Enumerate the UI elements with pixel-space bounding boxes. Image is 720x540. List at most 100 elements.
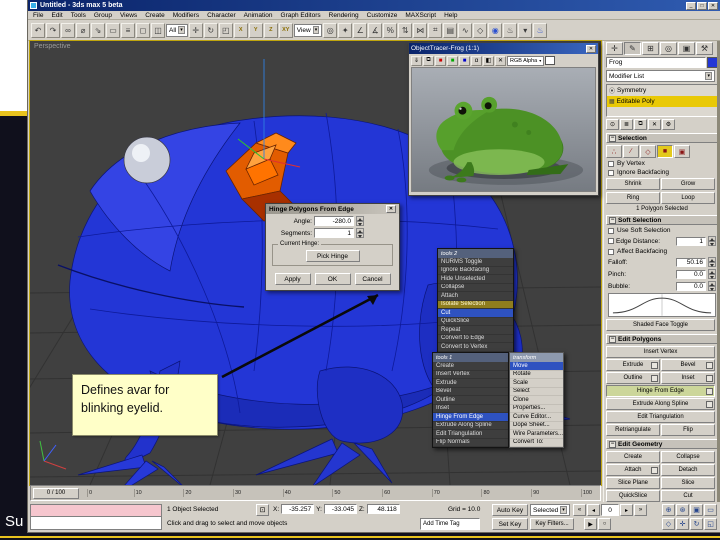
quad-menu-item[interactable]: Bevel xyxy=(433,388,508,396)
quad-menu-item[interactable]: Attach xyxy=(438,292,513,301)
ring-button[interactable]: Ring xyxy=(606,192,660,204)
timeline-ruler[interactable]: 0 10 20 30 40 50 60 70 80 90 100 xyxy=(81,489,598,497)
edit-polygons-button[interactable]: Inset xyxy=(661,372,715,384)
add-time-tag[interactable]: Add Time Tag xyxy=(420,518,480,530)
edit-geometry-button[interactable]: QuickSlice xyxy=(606,490,660,502)
alpha-channel-icon[interactable]: α xyxy=(471,55,482,66)
current-frame-field[interactable]: 0 xyxy=(601,504,619,516)
quad-menu-item[interactable]: Repeat xyxy=(438,326,513,335)
angle-spinner[interactable] xyxy=(356,216,364,226)
bubble-field[interactable]: 0.0 xyxy=(676,281,706,291)
edit-polygons-button[interactable]: Extrude Along Spline xyxy=(606,398,715,410)
go-to-start-icon[interactable]: « xyxy=(573,504,586,516)
edit-geometry-button[interactable]: Slice xyxy=(661,477,715,489)
menu-item[interactable]: Character xyxy=(207,12,236,19)
falloff-spinner[interactable] xyxy=(708,257,716,267)
z-axis-constraint-icon[interactable]: Z xyxy=(263,22,278,38)
element-mode-icon[interactable]: ▣ xyxy=(674,145,690,158)
go-to-end-icon[interactable]: » xyxy=(634,504,647,516)
menu-item[interactable]: Group xyxy=(94,12,112,19)
angle-snap-icon[interactable]: ∡ xyxy=(368,22,383,38)
hinge-polygons-dialog[interactable]: Hinge Polygons From Edge ✕ Angle: -280.0… xyxy=(265,203,400,291)
zoom-icon[interactable]: ⊕ xyxy=(662,504,675,516)
menu-item[interactable]: Views xyxy=(120,12,137,19)
apply-button[interactable]: Apply xyxy=(274,273,311,285)
quad-menu-item[interactable]: Select xyxy=(510,388,563,396)
rollout-header-edit-polygons[interactable]: − Edit Polygons xyxy=(606,334,718,344)
falloff-field[interactable]: 50.16 xyxy=(676,257,706,267)
select-and-scale-icon[interactable]: ◰ xyxy=(218,22,233,38)
menu-item[interactable]: Help xyxy=(444,12,457,19)
edge-distance-field[interactable]: 1 xyxy=(676,236,706,246)
quad-menu-item[interactable]: Inset xyxy=(433,405,508,413)
schematic-view-icon[interactable]: ◇ xyxy=(473,22,488,38)
quad-menu-item[interactable]: Hide Unselected xyxy=(438,275,513,284)
snap-toggle-icon[interactable]: ∠ xyxy=(353,22,368,38)
quad-menu-item[interactable]: Rotate xyxy=(510,371,563,379)
make-unique-icon[interactable]: ⧉ xyxy=(634,119,647,130)
selection-filter-dropdown[interactable]: All ▾ xyxy=(166,23,188,37)
edit-polygons-button[interactable]: Outline xyxy=(606,372,660,384)
render-scene-icon[interactable]: ♨ xyxy=(503,22,518,38)
edit-polygons-button[interactable]: Edit Triangulation xyxy=(606,411,715,423)
key-selection-dropdown[interactable]: Selected ▾ xyxy=(530,504,570,516)
collapse-rollout-icon[interactable]: − xyxy=(609,216,616,224)
y-axis-constraint-icon[interactable]: Y xyxy=(248,22,263,38)
rollout-header-soft-selection[interactable]: − Soft Selection xyxy=(606,215,718,225)
quad-menu-item[interactable]: Isolate Selection xyxy=(438,300,513,309)
segments-field[interactable]: 1 xyxy=(314,228,354,238)
edge-distance-checkbox[interactable] xyxy=(608,238,614,244)
polygon-mode-icon[interactable]: ■ xyxy=(657,145,673,158)
menu-item[interactable]: Edit xyxy=(51,12,62,19)
spinner-snap-icon[interactable]: ⇅ xyxy=(398,22,413,38)
set-key-button[interactable]: Set Key xyxy=(492,518,528,530)
menu-item[interactable]: Tools xyxy=(71,12,86,19)
display-tab[interactable]: ▣ xyxy=(678,42,695,55)
rollout-header-selection[interactable]: − Selection xyxy=(606,133,718,143)
modifier-symmetry[interactable]: ⦿ Symmetry xyxy=(607,85,717,96)
edit-geometry-button[interactable]: Attach xyxy=(606,464,660,476)
red-channel-icon[interactable]: ■ xyxy=(435,55,446,66)
collapse-rollout-icon[interactable]: − xyxy=(609,440,616,448)
menu-item[interactable]: Modifiers xyxy=(173,12,199,19)
quad-menu-item[interactable]: Curve Editor... xyxy=(510,413,563,422)
ok-button[interactable]: OK xyxy=(314,273,351,285)
menu-item[interactable]: Graph Editors xyxy=(281,12,321,19)
object-name-field[interactable]: Frog xyxy=(606,57,706,68)
time-slider[interactable]: 0 / 100 0 10 20 30 40 50 60 70 80 90 100 xyxy=(30,485,601,501)
next-frame-icon[interactable]: ▸ xyxy=(620,504,633,516)
quad-menu-item[interactable]: Clone xyxy=(510,396,563,405)
window-control-button[interactable]: □ xyxy=(697,1,707,10)
time-slider-handle[interactable]: 0 / 100 xyxy=(33,487,79,499)
listener-macro-row[interactable] xyxy=(30,504,162,517)
edit-polygons-button[interactable]: Retriangulate xyxy=(606,424,660,436)
utilities-tab[interactable]: ⚒ xyxy=(696,42,713,55)
quad-menu-item[interactable]: NURMS Toggle xyxy=(438,258,513,267)
remove-modifier-icon[interactable]: ✕ xyxy=(648,119,661,130)
quad-menu-item[interactable]: Scale xyxy=(510,379,563,388)
edit-geometry-button[interactable]: Slice Plane xyxy=(606,477,660,489)
layer-manager-icon[interactable]: ▤ xyxy=(443,22,458,38)
quad-menu-item[interactable]: Properties... xyxy=(510,405,563,413)
pick-hinge-button[interactable]: Pick Hinge xyxy=(305,250,360,262)
quad-menu-item[interactable]: Collapse xyxy=(438,284,513,292)
maxscript-mini-listener[interactable] xyxy=(30,504,162,530)
y-coordinate-field[interactable]: -33.045 xyxy=(323,504,357,514)
edit-geometry-button[interactable]: Create xyxy=(606,451,660,463)
quad-menu-item[interactable]: Convert to Vertex xyxy=(438,343,513,352)
save-bitmap-icon[interactable]: ⇓ xyxy=(411,55,422,66)
menu-item[interactable]: Create xyxy=(145,12,165,19)
monochrome-icon[interactable]: ◧ xyxy=(483,55,494,66)
edit-polygons-button[interactable]: Insert Vertex xyxy=(606,346,715,358)
select-and-link-icon[interactable]: ∞ xyxy=(61,22,75,38)
unlink-selection-icon[interactable]: ⌀ xyxy=(76,22,90,38)
quick-render-icon[interactable]: ♨ xyxy=(533,22,548,38)
x-coordinate-field[interactable]: -35.257 xyxy=(281,504,315,514)
quad-menu-item[interactable]: Convert To: xyxy=(510,439,563,447)
ignore-backfacing-checkbox[interactable] xyxy=(608,169,614,176)
affect-backfacing-checkbox[interactable] xyxy=(608,248,614,255)
quad-menu-item[interactable]: Outline xyxy=(433,396,508,405)
pinch-spinner[interactable] xyxy=(708,269,716,279)
create-tab[interactable]: ✛ xyxy=(606,42,623,55)
edit-geometry-button[interactable]: Detach xyxy=(661,464,715,476)
